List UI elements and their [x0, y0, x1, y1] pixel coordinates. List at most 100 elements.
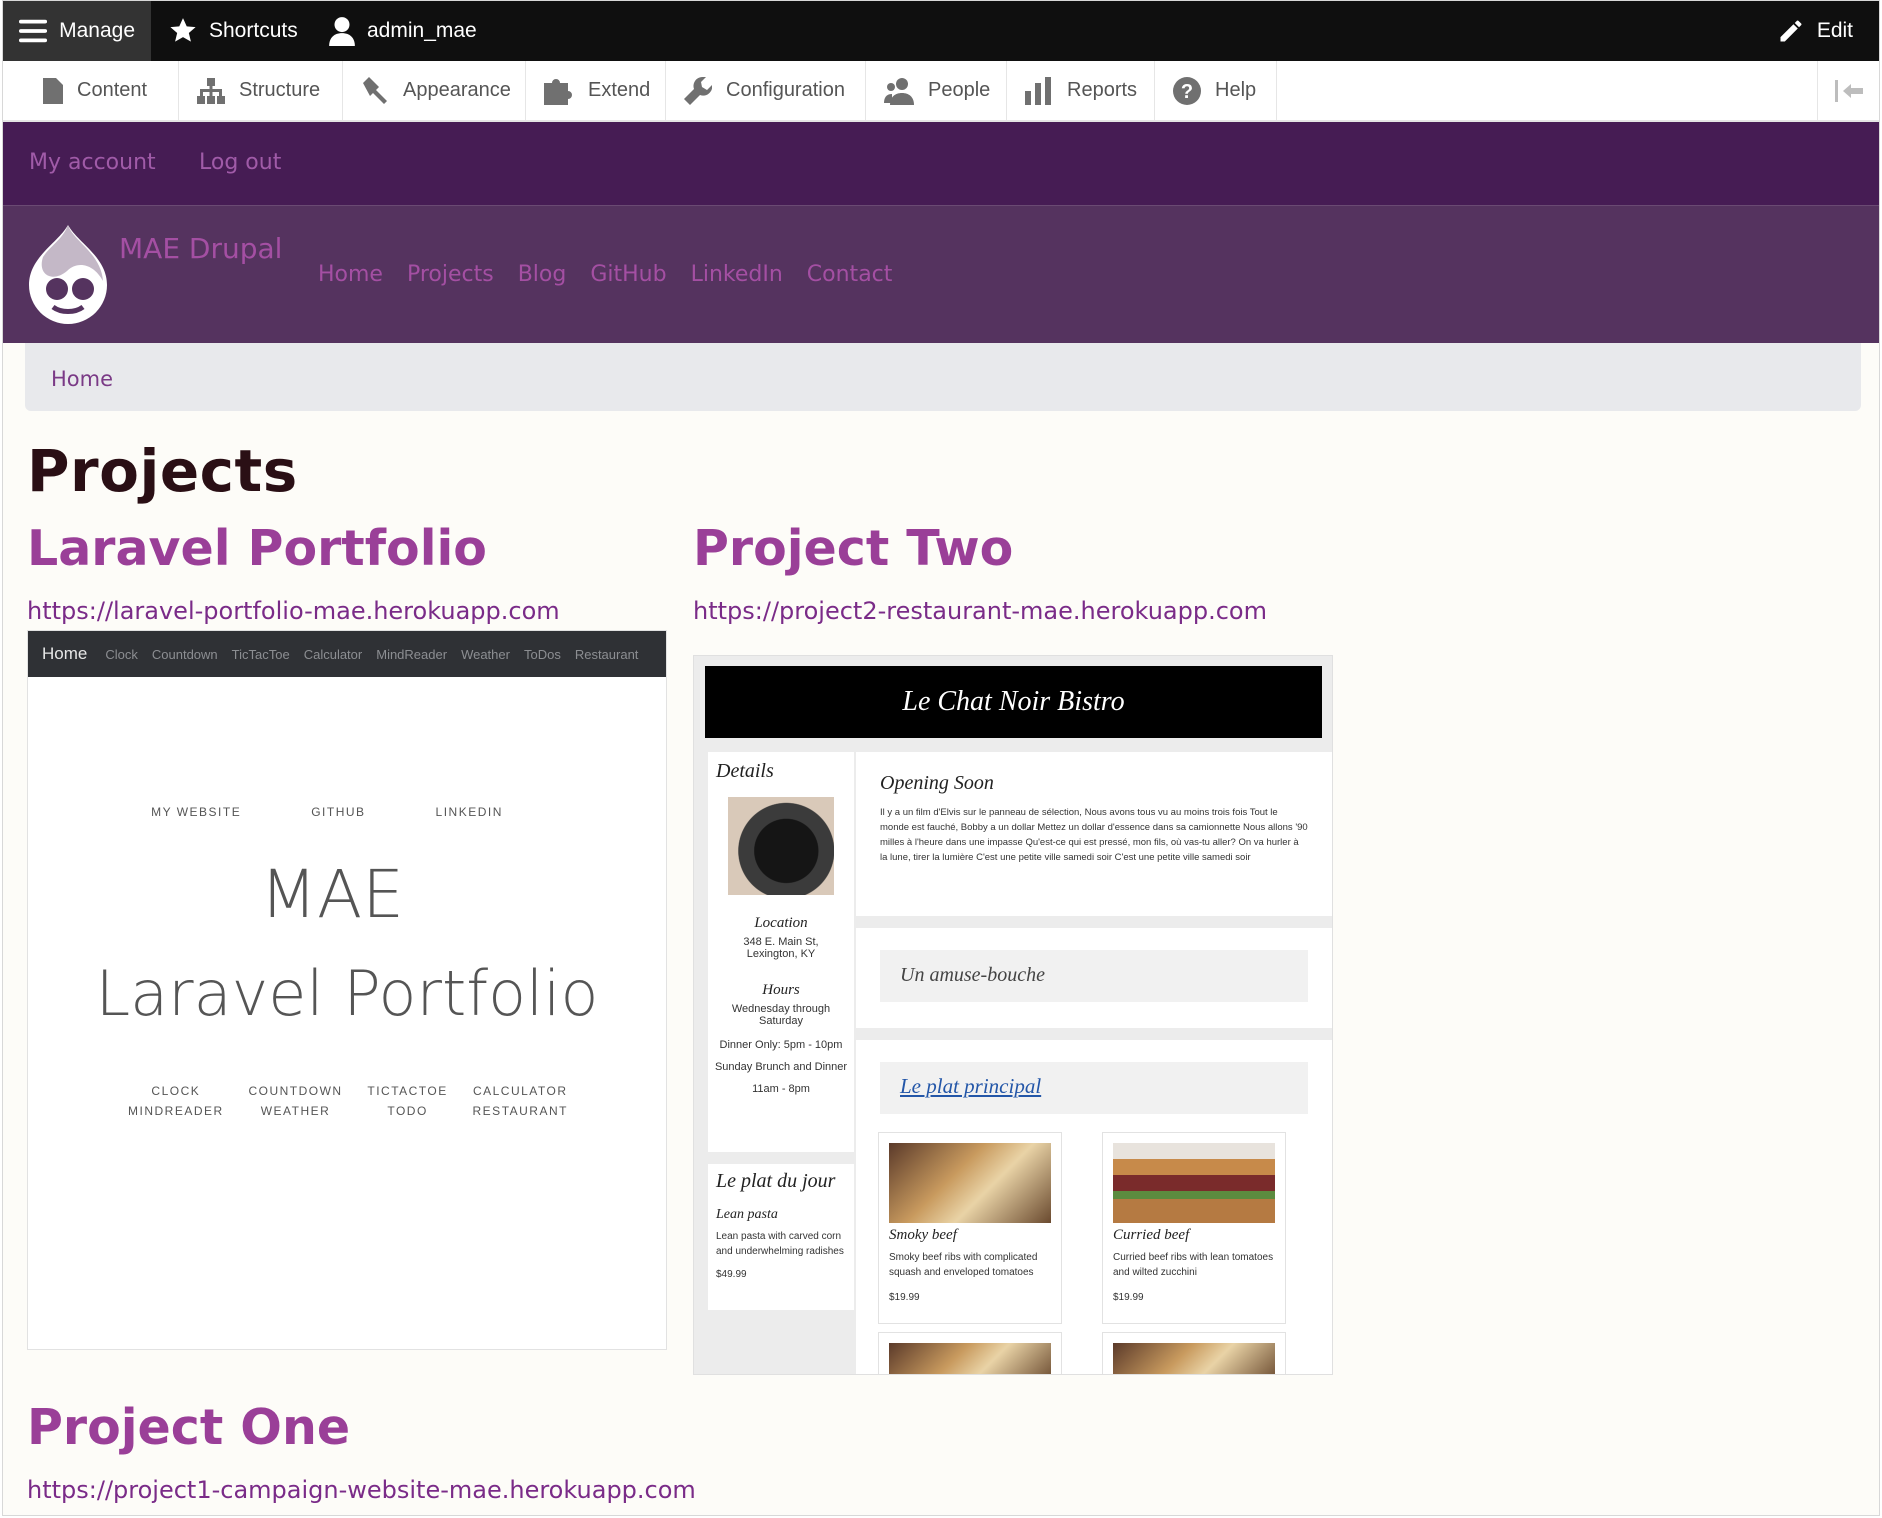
- shortcuts-button[interactable]: Shortcuts: [153, 1, 314, 61]
- tray-item-help[interactable]: ? Help: [1155, 61, 1277, 120]
- shot-dish-name: Smoky beef: [889, 1227, 957, 1243]
- tray-label: Extend: [588, 79, 651, 101]
- shot-dish-card: [1102, 1332, 1286, 1374]
- shot-brunch: Sunday Brunch and Dinner: [714, 1061, 848, 1073]
- dish-photo: [889, 1143, 1051, 1223]
- shot-brunch-hours: 11am - 8pm: [752, 1083, 810, 1095]
- project-screenshot: Le Chat Noir Bistro Details Location 348…: [693, 655, 1333, 1375]
- collapse-tray-button[interactable]: [1817, 61, 1879, 120]
- shot-location-label: Location: [754, 915, 808, 931]
- shot-nav-brand: Home: [42, 644, 88, 663]
- shot-heading: MAE: [260, 856, 404, 933]
- shot-dish-card: [878, 1332, 1062, 1374]
- shot-opening-card: Opening Soon Il y a un film d'Elvis sur …: [856, 752, 1332, 916]
- nav-linkedin[interactable]: LinkedIn: [691, 262, 783, 287]
- shot-link: CLOCK: [151, 1084, 201, 1098]
- my-account-link[interactable]: My account: [29, 150, 156, 175]
- hamburger-icon: [19, 19, 48, 43]
- breadcrumb-home[interactable]: Home: [51, 367, 113, 391]
- tray-label: Reports: [1067, 79, 1138, 101]
- shot-special-desc: Lean pasta with carved corn and underwhe…: [716, 1231, 844, 1257]
- nav-projects[interactable]: Projects: [407, 262, 494, 287]
- shot-special-heading: Le plat du jour: [716, 1170, 836, 1192]
- shot-opening-text: Il y a un film d'Elvis sur le panneau de…: [880, 807, 1308, 863]
- shot-nav-link: ToDos: [523, 646, 561, 662]
- star-icon: [170, 18, 196, 42]
- tray-item-extend[interactable]: Extend: [526, 61, 666, 120]
- shot-nav-link: Countdown: [151, 646, 218, 662]
- shot-special-panel: Le plat du jour Lean pasta Lean pasta wi…: [708, 1164, 854, 1310]
- shot-link: GITHUB: [311, 805, 366, 819]
- pencil-icon: [1780, 20, 1802, 42]
- project-link[interactable]: https://project1-campaign-website-mae.he…: [27, 1476, 696, 1504]
- shot-special-name: Lean pasta: [716, 1207, 778, 1222]
- shot-location: 348 E. Main St, Lexington, KY: [743, 936, 819, 960]
- site-name[interactable]: MAE Drupal: [119, 232, 282, 265]
- drupal-logo[interactable]: [23, 223, 113, 325]
- edit-button[interactable]: Edit: [1761, 1, 1869, 61]
- shot-nav-link: Weather: [461, 646, 510, 662]
- shot-restaurant-title: Le Chat Noir Bistro: [705, 666, 1322, 738]
- shot-details-heading: Details: [716, 760, 774, 782]
- project-title[interactable]: Laravel Portfolio: [27, 520, 487, 577]
- shot-dish-price: $19.99: [1113, 1292, 1144, 1303]
- shot-nav-link: Clock: [105, 646, 138, 662]
- shot-top-links: MY WEBSITE GITHUB LINKEDIN: [28, 805, 666, 819]
- tray-item-appearance[interactable]: Appearance: [343, 61, 526, 120]
- tray-item-people[interactable]: People: [866, 61, 1007, 120]
- dish-photo: [1113, 1343, 1275, 1374]
- project-title[interactable]: Project One: [27, 1399, 350, 1456]
- project-link[interactable]: https://project2-restaurant-mae.herokuap…: [693, 597, 1267, 625]
- shot-dish-desc: Smoky beef ribs with complicated squash …: [889, 1252, 1038, 1278]
- shot-nav-link: Calculator: [303, 646, 363, 662]
- tray-item-reports[interactable]: Reports: [1007, 61, 1155, 120]
- shot-dish-desc: Curried beef ribs with lean tomatoes and…: [1113, 1252, 1274, 1278]
- sitemap-icon: [197, 77, 225, 104]
- bar-chart-icon: [1025, 76, 1051, 105]
- shot-special-price: $49.99: [716, 1269, 747, 1280]
- shot-link: TICTACTOE: [367, 1084, 448, 1098]
- tray-label: Content: [77, 79, 148, 101]
- project-screenshot: Home Clock Countdown TicTacToe Calculato…: [27, 630, 667, 1350]
- shot-nav-link: Restaurant: [574, 646, 639, 662]
- manage-label: Manage: [59, 19, 135, 42]
- shot-amuse-heading: Un amuse-bouche: [880, 950, 1308, 1002]
- shot-dish-price: $19.99: [889, 1292, 920, 1303]
- shot-hours-days: Wednesday through Saturday: [731, 1003, 831, 1027]
- nav-blog[interactable]: Blog: [518, 262, 567, 287]
- tray-label: Structure: [239, 79, 321, 101]
- user-label: admin_mae: [367, 19, 477, 42]
- shot-nav-link: TicTacToe: [231, 646, 290, 662]
- nav-contact[interactable]: Contact: [807, 262, 893, 287]
- tray-item-content[interactable]: Content: [25, 61, 179, 120]
- shot-details-panel: Details Location 348 E. Main St, Lexingt…: [708, 752, 854, 1152]
- project-link[interactable]: https://laravel-portfolio-mae.herokuapp.…: [27, 597, 560, 625]
- shot-opening-heading: Opening Soon: [880, 772, 994, 794]
- screenshot-navbar: Home Clock Countdown TicTacToe Calculato…: [28, 631, 666, 677]
- manage-button[interactable]: Manage: [3, 1, 151, 61]
- tray-item-configuration[interactable]: Configuration: [666, 61, 866, 120]
- tray-item-structure[interactable]: Structure: [179, 61, 343, 120]
- log-out-link[interactable]: Log out: [199, 150, 281, 175]
- shot-link: RESTAURANT: [472, 1104, 568, 1118]
- dish-photo: [889, 1343, 1051, 1374]
- shot-nav-link: MindReader: [376, 646, 448, 662]
- shot-link: MINDREADER: [128, 1104, 224, 1118]
- help-icon: ?: [1173, 76, 1201, 105]
- user-icon: [329, 17, 355, 46]
- admin-tray: Content Structure Appearance Extend Conf…: [3, 61, 1879, 122]
- wrench-icon: [684, 76, 712, 105]
- tray-label: People: [928, 79, 991, 101]
- shot-link: WEATHER: [260, 1104, 331, 1118]
- project-title[interactable]: Project Two: [693, 520, 1013, 577]
- shot-link: COUNTDOWN: [248, 1084, 343, 1098]
- nav-home[interactable]: Home: [318, 262, 383, 287]
- nav-github[interactable]: GitHub: [590, 262, 666, 287]
- shot-link: CALCULATOR: [472, 1084, 568, 1098]
- shortcuts-label: Shortcuts: [209, 19, 298, 42]
- user-button[interactable]: admin_mae: [313, 1, 493, 61]
- tray-label: Configuration: [726, 79, 845, 101]
- shot-dish-card: Smoky beef Smoky beef ribs with complica…: [878, 1132, 1062, 1324]
- account-menu: My account Log out: [3, 122, 1879, 205]
- shot-dinner: Dinner Only: 5pm - 10pm: [719, 1039, 843, 1051]
